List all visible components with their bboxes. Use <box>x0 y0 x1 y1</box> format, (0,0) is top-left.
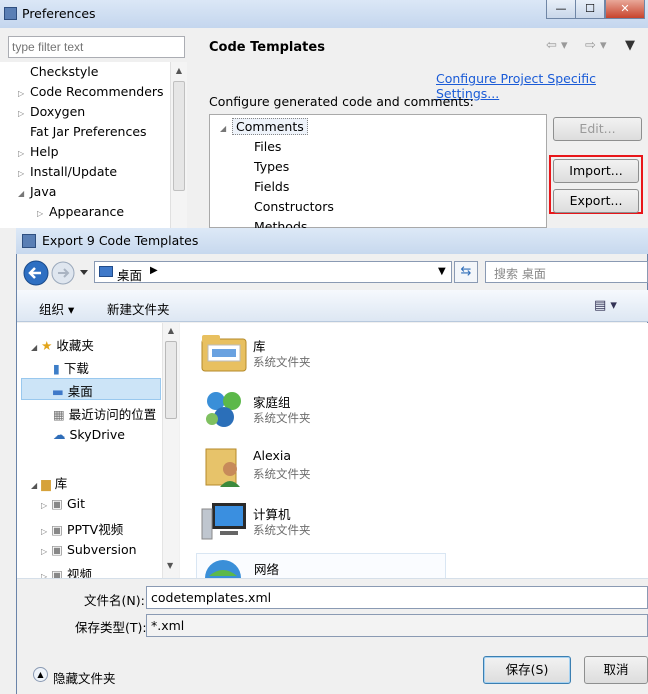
collapse-arrow-icon[interactable]: ◢ <box>18 189 30 198</box>
section-title: Code Templates <box>209 40 325 55</box>
collapse-arrow-icon[interactable]: ◢ <box>220 124 232 133</box>
user-folder-icon <box>205 448 240 487</box>
nav-library[interactable]: ◢ ▆ 库 <box>31 473 67 492</box>
template-files[interactable]: Files <box>254 139 281 154</box>
scroll-thumb[interactable] <box>173 81 185 191</box>
scroll-down-icon: ▼ <box>167 561 174 570</box>
nav-subversion[interactable]: ▷ ▣ Subversion <box>41 542 137 557</box>
address-text: 桌面 <box>117 268 143 283</box>
filetype-select[interactable]: *.xml <box>146 614 648 637</box>
nav-downloads[interactable]: ▮ 下载 <box>53 358 89 377</box>
expand-arrow-icon[interactable]: ▷ <box>18 89 30 98</box>
template-fields[interactable]: Fields <box>254 179 289 194</box>
nav-favorites[interactable]: ◢ ★ 收藏夹 <box>31 335 94 354</box>
address-dropdown-icon[interactable]: ▼ <box>438 266 446 277</box>
git-library-icon: ▣ <box>51 496 63 511</box>
expand-arrow-icon[interactable]: ▷ <box>18 109 30 118</box>
scroll-up-icon: ▲ <box>167 326 175 335</box>
template-types[interactable]: Types <box>254 159 289 174</box>
import-button[interactable]: Import... <box>553 159 639 183</box>
filename-input[interactable]: codetemplates.xml <box>146 586 648 609</box>
cancel-button[interactable]: 取消 <box>584 656 648 684</box>
nav-pptv[interactable]: ▷ ▣ PPTV视频 <box>41 519 123 538</box>
eclipse-app-icon <box>4 7 17 20</box>
library-folder-icon <box>201 335 247 372</box>
file-item-network[interactable]: 网络 <box>196 553 446 578</box>
tree-item-doxygen[interactable]: ▷ Doxygen <box>18 104 85 119</box>
preferences-title: Preferences <box>22 6 96 21</box>
expand-arrow-icon[interactable]: ▷ <box>37 209 49 218</box>
star-icon: ★ <box>41 338 53 353</box>
expand-arrow-icon[interactable]: ▷ <box>18 169 30 178</box>
scroll-up-icon[interactable]: ▲ <box>171 66 187 75</box>
file-item-library[interactable]: 库 系统文件夹 <box>184 327 444 377</box>
save-button[interactable]: 保存(S) <box>483 656 571 684</box>
download-folder-icon: ▮ <box>53 361 60 376</box>
new-folder-button[interactable]: 新建文件夹 <box>107 299 170 318</box>
minimize-button[interactable]: — <box>546 0 576 19</box>
desktop-icon: ▬ <box>52 384 64 399</box>
tree-item-code-recommenders[interactable]: ▷ Code Recommenders <box>18 84 164 99</box>
templates-tree: ◢ Comments Files Types Fields Constructor… <box>209 114 547 234</box>
breadcrumb-arrow-icon[interactable]: ▶ <box>150 265 158 276</box>
desktop-icon <box>99 266 113 277</box>
address-bar[interactable]: 桌面 ▶ ▼ <box>94 261 452 283</box>
refresh-icon[interactable]: ⇆ <box>454 261 478 283</box>
edit-button[interactable]: Edit... <box>553 117 642 141</box>
configure-label: Configure generated code and comments: <box>209 94 474 109</box>
back-forward-buttons[interactable] <box>22 259 92 287</box>
hide-folders-button[interactable]: 隐藏文件夹 <box>53 668 116 687</box>
dialog-app-icon <box>22 234 36 248</box>
navigation-pane: ◢ ★ 收藏夹 ▮ 下载 ▬ 桌面 ▦ 最近访问的位置 ☁ SkyDrive ◢… <box>17 323 179 578</box>
recent-places-icon: ▦ <box>53 407 65 422</box>
file-item-computer[interactable]: 计算机 系统文件夹 <box>184 495 444 545</box>
nav-desktop[interactable]: ▬ 桌面 <box>21 378 161 400</box>
nav-video[interactable]: ▷ ▣ 视频 <box>41 564 92 578</box>
tree-item-help[interactable]: ▷ Help <box>18 144 59 159</box>
view-options-icon[interactable]: ▤ ▾ <box>594 298 617 313</box>
computer-icon <box>201 503 246 540</box>
library-icon: ▣ <box>51 542 63 557</box>
dialog-toolbar: 组织 ▾ 新建文件夹 ▤ ▾ <box>17 290 648 322</box>
filter-input[interactable] <box>8 36 185 58</box>
library-icon: ▣ <box>51 522 63 537</box>
expand-arrow-icon[interactable]: ▷ <box>18 149 30 158</box>
network-icon <box>205 560 241 578</box>
homegroup-icon <box>206 392 241 427</box>
organize-menu[interactable]: 组织 ▾ <box>39 299 74 318</box>
library-folder-icon: ▆ <box>41 476 51 491</box>
view-menu-icon[interactable]: ▼ <box>625 38 635 53</box>
export-button[interactable]: Export... <box>553 189 639 213</box>
nav-skydrive[interactable]: ☁ SkyDrive <box>53 427 125 442</box>
tree-item-fat-jar[interactable]: Fat Jar Preferences <box>18 124 147 139</box>
maximize-button[interactable]: ☐ <box>575 0 605 19</box>
tree-item-checkstyle[interactable]: Checkstyle <box>18 64 98 79</box>
tree-item-install-update[interactable]: ▷ Install/Update <box>18 164 117 179</box>
preferences-tree: Checkstyle ▷ Code Recommenders ▷ Doxygen F… <box>0 62 187 228</box>
video-library-icon: ▣ <box>51 567 63 578</box>
filetype-label: 保存类型(T): <box>75 620 147 635</box>
search-input[interactable]: 搜索 桌面 <box>485 261 648 283</box>
chevron-up-icon[interactable]: ▲ <box>33 667 48 682</box>
file-item-alexia[interactable]: Alexia 系统文件夹 <box>184 439 444 489</box>
dialog-title: Export 9 Code Templates <box>42 233 199 248</box>
nav-git[interactable]: ▷ ▣ Git <box>41 496 85 511</box>
nav-scrollbar[interactable]: ▲ ▼ <box>162 323 179 578</box>
template-constructors[interactable]: Constructors <box>254 199 334 214</box>
cloud-icon: ☁ <box>53 427 66 442</box>
file-list: 库 系统文件夹 家庭组 系统文件夹 Alexia 系统文件夹 计算机 系统文件夹… <box>180 323 648 578</box>
nav-recent[interactable]: ▦ 最近访问的位置 <box>53 404 156 423</box>
tree-item-appearance[interactable]: ▷ Appearance <box>37 204 124 219</box>
close-button[interactable]: ✕ <box>605 0 645 19</box>
filename-label: 文件名(N): <box>84 593 145 608</box>
back-arrow-icon[interactable]: ⇦ ▾ <box>546 38 568 53</box>
tree-item-java[interactable]: ◢ Java <box>18 184 56 199</box>
file-item-homegroup[interactable]: 家庭组 系统文件夹 <box>184 383 444 433</box>
template-comments[interactable]: ◢ Comments <box>220 118 308 135</box>
scroll-thumb <box>165 341 177 419</box>
forward-arrow-icon[interactable]: ⇨ ▾ <box>585 38 607 53</box>
tree-scrollbar[interactable]: ▲ <box>170 62 187 228</box>
